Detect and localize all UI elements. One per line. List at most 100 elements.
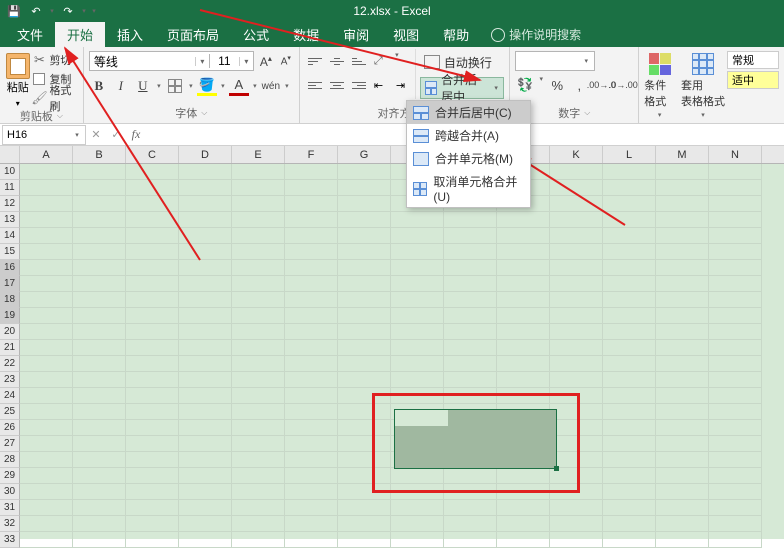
decrease-font-button[interactable]: A▾ xyxy=(278,54,294,67)
cell[interactable] xyxy=(603,260,656,276)
cell[interactable] xyxy=(391,212,444,228)
cell[interactable] xyxy=(709,532,762,548)
cell[interactable] xyxy=(338,372,391,388)
cell[interactable] xyxy=(603,388,656,404)
cell[interactable] xyxy=(709,164,762,180)
percent-button[interactable]: % xyxy=(547,75,567,95)
col-header-M[interactable]: M xyxy=(656,146,709,163)
row-header[interactable]: 20 xyxy=(0,324,20,340)
cell[interactable] xyxy=(179,212,232,228)
cell[interactable] xyxy=(232,372,285,388)
chevron-down-icon[interactable]: ▾ xyxy=(537,75,545,95)
chevron-down-icon[interactable]: ▾ xyxy=(393,51,401,71)
cell[interactable] xyxy=(444,388,497,404)
cell[interactable] xyxy=(497,388,550,404)
cell[interactable] xyxy=(232,500,285,516)
cell[interactable] xyxy=(232,228,285,244)
cell[interactable] xyxy=(656,340,709,356)
cell[interactable] xyxy=(603,180,656,196)
cell[interactable] xyxy=(232,260,285,276)
redo-dropdown[interactable]: ▾ xyxy=(80,2,88,20)
tab-formulas[interactable]: 公式 xyxy=(231,22,281,47)
cell[interactable] xyxy=(126,484,179,500)
cell[interactable] xyxy=(391,484,444,500)
col-header-N[interactable]: N xyxy=(709,146,762,163)
row-header[interactable]: 22 xyxy=(0,356,20,372)
cell[interactable] xyxy=(285,516,338,532)
tab-help[interactable]: 帮助 xyxy=(431,22,481,47)
cell[interactable] xyxy=(656,516,709,532)
cell[interactable] xyxy=(285,420,338,436)
col-header-G[interactable]: G xyxy=(338,146,391,163)
cell[interactable] xyxy=(550,212,603,228)
row-header[interactable]: 32 xyxy=(0,516,20,532)
format-painter-button[interactable]: 🖌格式刷 xyxy=(32,89,77,107)
cell[interactable] xyxy=(497,532,550,548)
cell[interactable] xyxy=(232,340,285,356)
row-header[interactable]: 33 xyxy=(0,532,20,548)
cell[interactable] xyxy=(497,372,550,388)
cell[interactable] xyxy=(338,484,391,500)
cell[interactable] xyxy=(550,196,603,212)
cell[interactable] xyxy=(179,388,232,404)
cell[interactable] xyxy=(656,324,709,340)
cell[interactable] xyxy=(179,244,232,260)
cell[interactable] xyxy=(656,532,709,548)
cell[interactable] xyxy=(338,324,391,340)
cell[interactable] xyxy=(179,324,232,340)
cell[interactable] xyxy=(497,484,550,500)
spreadsheet-grid[interactable]: ABCDEFGHIJKLMN 1011121314151617181920212… xyxy=(0,146,784,539)
cell[interactable] xyxy=(603,484,656,500)
cell[interactable] xyxy=(73,516,126,532)
cell[interactable] xyxy=(444,516,497,532)
select-all-corner[interactable] xyxy=(0,146,20,163)
chevron-down-icon[interactable]: ▾ xyxy=(219,82,227,90)
cell[interactable] xyxy=(709,356,762,372)
cell[interactable] xyxy=(603,468,656,484)
cell[interactable] xyxy=(656,228,709,244)
cell[interactable] xyxy=(338,292,391,308)
cell[interactable] xyxy=(656,468,709,484)
cell[interactable] xyxy=(73,228,126,244)
cell[interactable] xyxy=(550,500,603,516)
cell[interactable] xyxy=(709,212,762,228)
chevron-down-icon[interactable]: ▾ xyxy=(73,131,81,139)
cell[interactable] xyxy=(497,244,550,260)
cell[interactable] xyxy=(73,260,126,276)
cell[interactable] xyxy=(285,388,338,404)
cell[interactable] xyxy=(338,468,391,484)
cell[interactable] xyxy=(497,340,550,356)
dec-decimal-button[interactable]: .0→.00 xyxy=(613,75,633,95)
cell[interactable] xyxy=(709,484,762,500)
row-header[interactable]: 30 xyxy=(0,484,20,500)
cell[interactable] xyxy=(444,260,497,276)
cell[interactable] xyxy=(179,452,232,468)
cell[interactable] xyxy=(338,164,391,180)
tab-data[interactable]: 数据 xyxy=(281,22,331,47)
cell[interactable] xyxy=(126,340,179,356)
chevron-down-icon[interactable]: ▾ xyxy=(195,57,209,66)
cell[interactable] xyxy=(338,308,391,324)
row-header[interactable]: 28 xyxy=(0,452,20,468)
cell[interactable] xyxy=(126,324,179,340)
enter-button[interactable]: ✓ xyxy=(106,128,126,141)
cell[interactable] xyxy=(126,212,179,228)
cell[interactable] xyxy=(126,196,179,212)
col-header-B[interactable]: B xyxy=(73,146,126,163)
cell[interactable] xyxy=(550,244,603,260)
cell[interactable] xyxy=(497,228,550,244)
cell[interactable] xyxy=(20,468,73,484)
cell-selection[interactable] xyxy=(394,409,557,469)
cell-style-normal[interactable]: 常规 xyxy=(727,51,779,69)
cell[interactable] xyxy=(179,404,232,420)
cell[interactable] xyxy=(550,356,603,372)
chevron-down-icon[interactable]: ▾ xyxy=(251,82,259,90)
cell[interactable] xyxy=(550,516,603,532)
row-header[interactable]: 25 xyxy=(0,404,20,420)
cell[interactable] xyxy=(391,276,444,292)
cell[interactable] xyxy=(497,212,550,228)
cell[interactable] xyxy=(391,356,444,372)
cell[interactable] xyxy=(73,388,126,404)
tab-home[interactable]: 开始 xyxy=(55,22,105,47)
tab-file[interactable]: 文件 xyxy=(5,22,55,47)
